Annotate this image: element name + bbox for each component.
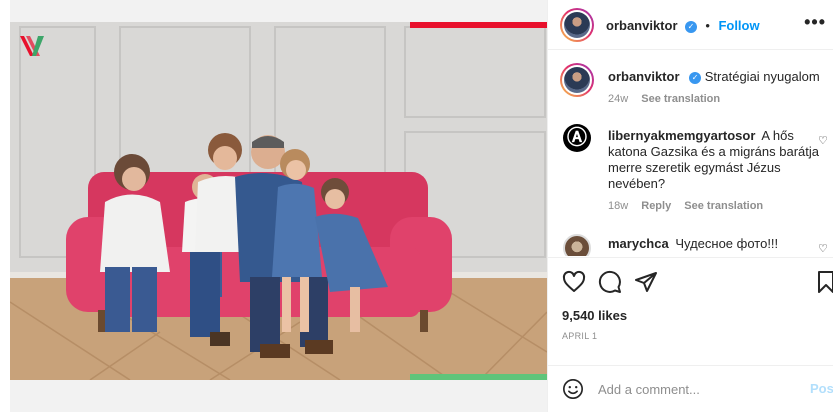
verified-badge-icon: ✓: [684, 21, 697, 33]
comment-icon[interactable]: [598, 270, 622, 294]
add-comment-bar: Post: [548, 365, 833, 412]
page-left-edge: [0, 0, 10, 412]
comments-list[interactable]: orbanviktor ✓ Stratégiai nyugalom 24w Se…: [548, 51, 833, 256]
share-icon[interactable]: [634, 270, 658, 294]
post-header: orbanviktor ✓ • Follow •••: [548, 0, 833, 50]
caption-item: orbanviktor ✓ Stratégiai nyugalom 24w Se…: [560, 63, 830, 123]
caption-age: 24w: [608, 93, 629, 105]
author-username[interactable]: orbanviktor: [606, 18, 678, 33]
caption-text: Stratégiai nyugalom: [704, 69, 820, 84]
post-actions: 9,540 likes APRIL 1 Post: [548, 257, 833, 412]
post-comment-button[interactable]: Post: [810, 381, 833, 396]
brand-bar-green: [410, 374, 547, 380]
comment-username[interactable]: libernyakmemgyartosor: [608, 128, 755, 143]
post-details-panel: orbanviktor ✓ • Follow ••• orbanviktor ✓…: [547, 0, 833, 412]
comment-item: marychca Чудесное фото!!! ♡: [560, 232, 830, 256]
post-date: APRIL 1: [562, 331, 598, 341]
verified-badge-icon: ✓: [689, 72, 702, 84]
caption-username[interactable]: orbanviktor: [608, 69, 680, 84]
comment-like-heart-icon[interactable]: ♡: [818, 242, 830, 255]
commenter-avatar[interactable]: [563, 234, 591, 256]
reply-button[interactable]: Reply: [641, 200, 671, 212]
brand-bar-red: [410, 22, 547, 28]
follow-button[interactable]: Follow: [718, 18, 759, 33]
comment-see-translation[interactable]: See translation: [684, 200, 763, 212]
author-avatar[interactable]: [560, 8, 594, 42]
commenter-avatar[interactable]: Ⓐ: [563, 124, 591, 152]
caption-see-translation[interactable]: See translation: [641, 93, 720, 105]
bookmark-icon[interactable]: [814, 270, 833, 294]
comment-item: Ⓐ libernyakmemgyartosor A hős katona Gaz…: [560, 124, 830, 224]
comment-username[interactable]: marychca: [608, 236, 669, 251]
comment-input[interactable]: [598, 380, 798, 398]
header-separator: •: [705, 18, 710, 33]
heart-icon[interactable]: [562, 270, 586, 294]
caption-avatar[interactable]: [560, 63, 594, 97]
more-options-icon[interactable]: •••: [804, 12, 826, 33]
post-image[interactable]: [10, 22, 547, 380]
comment-text: Чудесное фото!!!: [675, 236, 779, 251]
comment-like-heart-icon[interactable]: ♡: [818, 134, 830, 147]
emoji-icon[interactable]: [562, 378, 584, 400]
comment-age: 18w: [608, 200, 629, 212]
likes-count[interactable]: 9,540 likes: [562, 308, 627, 323]
